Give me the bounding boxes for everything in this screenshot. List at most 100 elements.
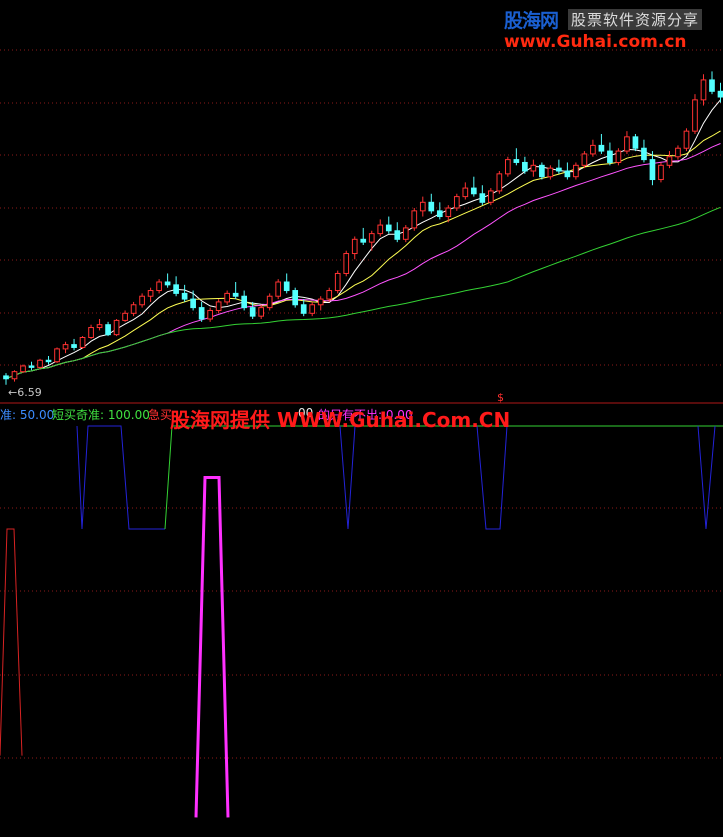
candle-body-35 (300, 304, 307, 314)
ma-line-10 (5, 130, 721, 380)
candle-body-4 (37, 359, 43, 368)
candle-body-66 (564, 170, 571, 178)
candle-body-34 (292, 290, 299, 306)
indicator-series-4 (697, 425, 716, 530)
candle-body-8 (71, 344, 77, 348)
candle-body-81 (692, 99, 698, 132)
candle-body-27 (232, 292, 239, 297)
candle-body-70 (598, 144, 605, 152)
candle-body-19 (164, 281, 171, 286)
candle-body-79 (675, 147, 681, 158)
candle-body-23 (198, 307, 205, 320)
watermark: 股海网提供 WWW.Guhai.Com.CN (170, 408, 511, 432)
candle-body-65 (556, 167, 562, 172)
indicator-series-3 (476, 425, 508, 530)
candle-body-10 (88, 327, 94, 338)
candle-body-73 (624, 136, 630, 152)
candle-body-39 (334, 272, 341, 292)
candle-body-78 (666, 156, 673, 166)
candle-body-25 (215, 301, 222, 311)
candle-body-46 (394, 230, 401, 240)
candle-body-22 (190, 298, 196, 309)
candle-body-16 (139, 295, 145, 306)
candle-body-28 (241, 295, 248, 309)
candle-body-7 (62, 344, 69, 350)
candle-body-12 (105, 324, 111, 336)
candle-body-26 (224, 292, 230, 303)
candle-body-69 (590, 144, 596, 155)
candle-body-20 (173, 284, 179, 294)
candle-body-54 (462, 187, 469, 198)
min-price-label: ←6.59 (8, 386, 42, 399)
logo-brand: 股海网 (504, 10, 559, 32)
candle-body-45 (385, 224, 392, 232)
candle-body-74 (632, 136, 639, 149)
candle-body-40 (343, 253, 350, 274)
candle-body-53 (453, 196, 460, 209)
candle-body-21 (181, 292, 188, 300)
candle-body-71 (607, 150, 613, 163)
candle-body-37 (317, 298, 324, 306)
candle-body-31 (266, 295, 273, 309)
candle-body-11 (96, 324, 103, 329)
indicator-series-0 (76, 425, 165, 530)
candle-body-48 (411, 210, 418, 229)
candle-body-51 (436, 210, 443, 218)
candle-body-42 (360, 238, 367, 243)
candle-body-77 (658, 164, 664, 181)
indicator-series-2 (339, 425, 356, 530)
candle-body-58 (496, 173, 503, 192)
indicator-series-6 (194, 476, 230, 818)
ma-line-20 (5, 143, 721, 380)
candle-body-68 (581, 153, 588, 166)
candle-body-75 (641, 147, 647, 161)
candle-body-29 (249, 307, 256, 317)
candle-body-50 (428, 201, 435, 212)
candle-body-5 (45, 359, 52, 363)
candle-body-61 (522, 161, 528, 172)
indicator-panel (0, 425, 723, 818)
candle-body-67 (573, 164, 579, 178)
candle-body-2 (20, 365, 26, 373)
candle-body-9 (79, 337, 86, 348)
guhai-logo: 股海网 股票软件资源分享 www.Guhai.com.cn (500, 4, 720, 54)
candle-body-60 (513, 159, 520, 163)
candle-body-0 (3, 375, 9, 380)
legend-item-2: 急买 (148, 408, 173, 422)
candle-body-47 (402, 227, 409, 240)
candlesticks (3, 71, 723, 385)
candle-body-1 (11, 371, 18, 380)
candle-body-59 (505, 159, 511, 175)
candle-body-52 (445, 207, 452, 218)
candle-body-13 (113, 319, 120, 336)
candle-body-76 (649, 159, 656, 181)
legend-item-1: 短买奇准: 100.00 (52, 408, 150, 422)
candle-body-64 (547, 167, 554, 178)
indicator-series-1 (164, 425, 723, 530)
candle-body-30 (258, 307, 265, 317)
candle-body-41 (351, 238, 358, 255)
signal-marker: $ (497, 391, 504, 404)
candle-body-56 (479, 193, 486, 203)
candle-body-6 (54, 348, 60, 363)
candle-body-33 (283, 281, 290, 292)
logo-tagline: 股票软件资源分享 (568, 9, 703, 30)
candle-body-62 (530, 164, 537, 172)
candle-body-43 (368, 233, 375, 243)
candle-body-72 (615, 150, 622, 163)
candle-body-44 (377, 224, 384, 235)
candle-body-15 (130, 304, 137, 314)
candle-body-63 (539, 164, 545, 178)
candle-body-24 (207, 309, 213, 320)
candle-body-17 (147, 290, 154, 297)
logo-url: www.Guhai.com.cn (504, 32, 687, 52)
legend-item-0: 准: 50.00 (0, 408, 55, 422)
candle-body-32 (275, 281, 282, 297)
candle-body-82 (700, 79, 707, 101)
candle-body-83 (709, 79, 715, 92)
candle-body-84 (717, 90, 723, 98)
candle-body-36 (309, 304, 316, 314)
candle-body-38 (326, 290, 333, 300)
candle-body-55 (470, 187, 477, 195)
indicator-series-5 (0, 528, 23, 756)
